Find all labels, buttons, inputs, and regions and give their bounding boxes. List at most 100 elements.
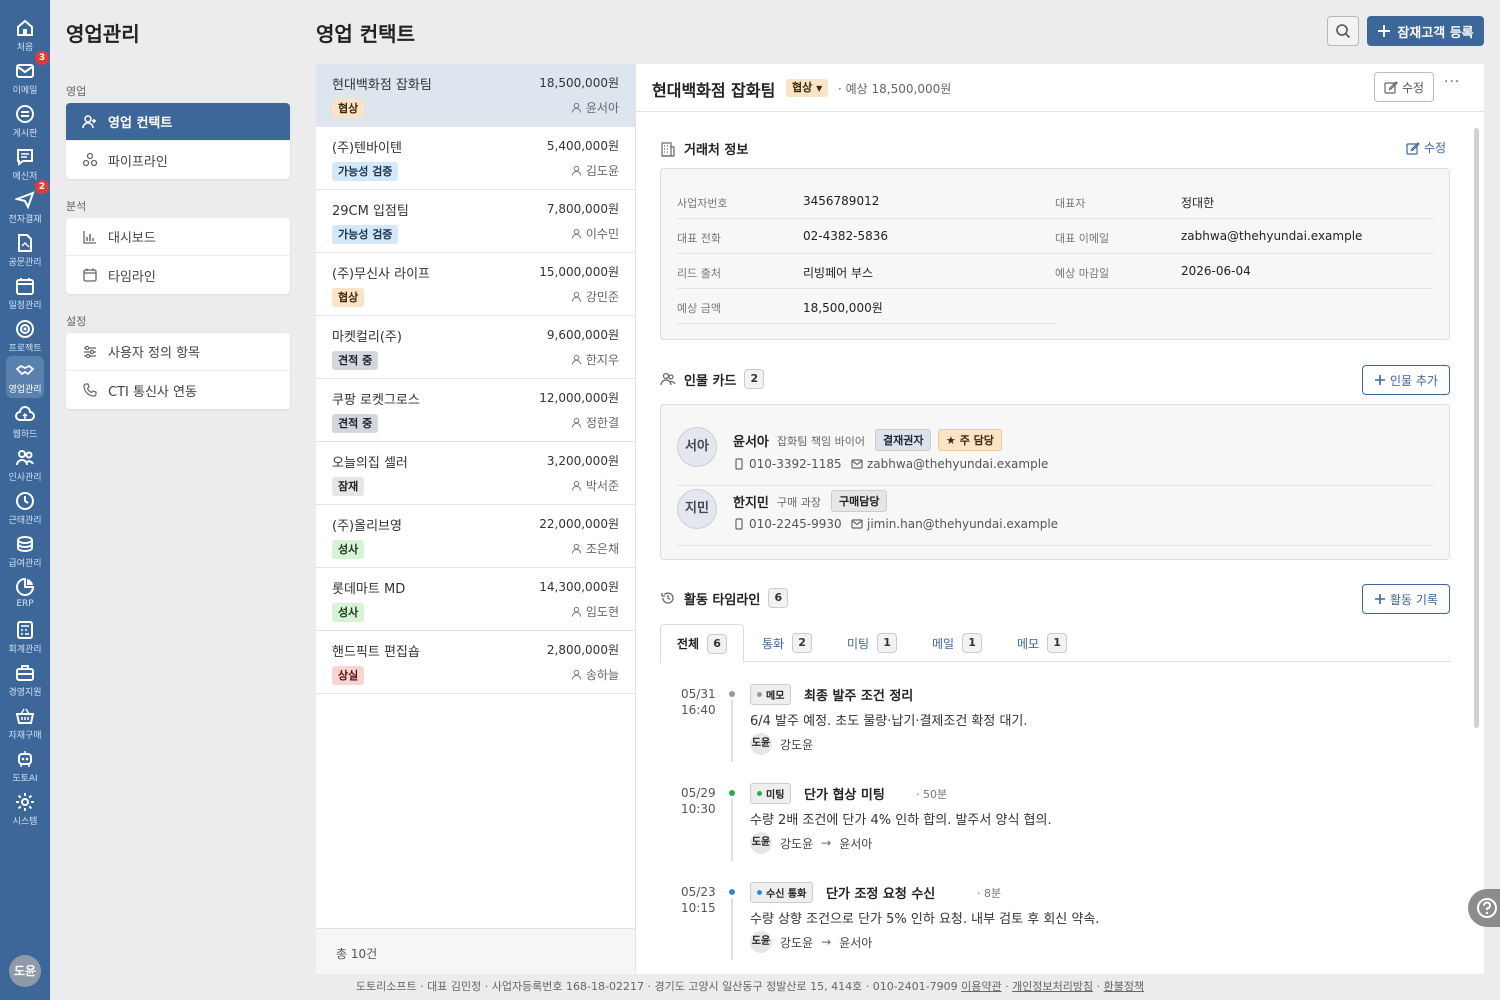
rail-item-purchase[interactable]: 자재구매 [0,702,50,744]
sidebar-card-sales: 영업 컨택트 파이프라인 [66,103,290,179]
rail-item-home[interactable]: 처음 [0,14,50,56]
rail-item-email[interactable]: 3 이메일 [0,51,50,99]
list-item[interactable]: 오늘의집 셀러 3,200,000원 잠재 박서준 [316,442,635,505]
list-item[interactable]: 마켓컬리(주) 9,600,000원 견적 중 한지우 [316,316,635,379]
list-item[interactable]: 롯데마트 MD 14,300,000원 성사 임도현 [316,568,635,631]
rail-item-approval[interactable]: 2 전자결재 [0,180,50,228]
search-button[interactable] [1327,16,1359,46]
rail-item-erp[interactable]: ERP [0,573,50,615]
rail-item-messenger[interactable]: 메신저 [0,143,50,185]
rail-item-payroll[interactable]: 급여관리 [0,530,50,572]
sidebar-item-cti[interactable]: CTI 통신사 연동 [66,371,290,409]
calendar-icon [83,268,97,282]
mail-icon [16,64,34,78]
rail-item-project[interactable]: 프로젝트 [0,315,50,357]
person-icon [571,291,582,302]
sidebar-item-dashboard[interactable]: 대시보드 [66,218,290,256]
scrollbar[interactable] [1474,128,1479,728]
robot-icon [18,751,32,767]
sidebar-item-pipeline[interactable]: 파이프라인 [66,141,290,179]
person-name[interactable]: 한지민 [733,492,769,511]
tab-all[interactable]: 전체 6 [660,624,745,663]
plus-icon [1375,594,1385,604]
tab-mail[interactable]: 메일 1 [916,624,998,662]
handshake-icon [15,364,35,376]
briefcase-icon [16,665,34,681]
document-icon [18,234,32,252]
stage-badge: 성사 [332,603,365,622]
rail-item-calendar[interactable]: 일정관리 [0,272,50,314]
rail-item-hr[interactable]: 인사관리 [0,444,50,486]
mobile-icon [735,518,743,530]
plus-icon [1378,25,1391,37]
tab-call[interactable]: 통화 2 [746,624,828,662]
sidebar-item-custom-fields[interactable]: 사용자 정의 항목 [66,333,290,371]
rail-item-management[interactable]: 경영지원 [0,659,50,701]
register-prospect-button[interactable]: 잠재고객 등록 [1367,16,1484,46]
person-phone: 010-3392-1185 [733,457,842,471]
contact-owner: 임도현 [571,603,619,620]
person-icon [571,354,582,365]
biz-no-value: 3456789012 [803,194,880,208]
phone-icon [83,383,97,397]
event-type-badge: 메모 [750,684,792,705]
company-edit-link[interactable]: 수정 [1406,139,1446,156]
rail-item-board[interactable]: 게시판 [0,100,50,142]
contact-amount: 14,300,000원 [539,580,619,594]
log-activity-button[interactable]: 활동 기록 [1362,584,1450,614]
stage-dropdown[interactable]: 협상 ▼ [786,79,829,97]
event-date: 05/31 16:40 [681,687,716,717]
rail-item-system[interactable]: 시스템 [0,788,50,830]
refund-link[interactable]: 환불정책 [1104,980,1144,993]
person-email[interactable]: zabhwa@thehyundai.example [851,457,1048,471]
list-item[interactable]: (주)올리브영 22,000,000원 성사 조은채 [316,505,635,568]
rail-item-attendance[interactable]: 근태관리 [0,487,50,529]
contact-amount: 12,000,000원 [539,391,619,405]
list-item[interactable]: (주)텐바이텐 5,400,000원 가능성 검증 김도윤 [316,127,635,190]
people-heading: 인물 카드 2 [660,369,765,389]
contact-name: 현대백화점 잡화팀 [332,78,432,93]
edit-icon [1384,81,1398,94]
add-person-button[interactable]: 인물 추가 [1362,365,1450,395]
close-date-value: 2026-06-04 [1181,264,1251,278]
terms-link[interactable]: 이용약관 [961,980,1001,993]
rail-item-accounting[interactable]: 회계관리 [0,616,50,658]
rail-item-sales[interactable]: 영업관리 [6,356,44,398]
tab-memo[interactable]: 메모 1 [1001,624,1083,662]
people-icon [660,372,676,386]
person-name[interactable]: 윤서아 [733,431,769,450]
tab-meeting[interactable]: 미팅 1 [831,624,913,662]
contact-owner: 조은채 [571,540,619,557]
home-icon [17,19,33,36]
stage-badge: 협상 [332,99,365,118]
sidebar-item-timeline[interactable]: 타임라인 [66,256,290,294]
calendar-icon [16,278,34,295]
sidebar-item-sales-contact[interactable]: 영업 컨택트 [66,103,290,141]
help-button[interactable] [1468,889,1500,927]
contact-owner: 정한결 [571,414,619,431]
more-menu-button[interactable]: ··· [1444,74,1460,90]
rail-item-ai[interactable]: 도토AI [0,745,50,787]
rail-item-webhard[interactable]: 웹하드 [0,401,50,443]
edit-button[interactable]: 수정 [1374,72,1434,102]
event-line [731,700,733,762]
contact-owner: 송하늘 [571,666,619,683]
event-line [731,799,733,861]
event-dot [729,691,735,697]
list-item[interactable]: 29CM 입점팀 7,800,000원 가능성 검증 이수민 [316,190,635,253]
primary-contact-badge: ★ 주 담당 [938,429,1002,451]
stage-badge: 협상 [332,288,365,307]
list-item[interactable]: 핸드픽트 편집숍 2,800,000원 상실 송하늘 [316,631,635,694]
event-participants: 도윤 강도윤 [750,733,813,755]
add-user-icon [82,114,96,128]
rail-item-documents[interactable]: 공문관리 [0,229,50,271]
list-item[interactable]: (주)무신사 라이프 15,000,000원 협상 강민준 [316,253,635,316]
person-email[interactable]: jimin.han@thehyundai.example [851,517,1058,531]
event-duration: · 50분 [916,788,948,801]
list-item[interactable]: 현대백화점 잡화팀 18,500,000원 협상 윤서아 [316,64,635,127]
people-count: 2 [744,369,765,389]
timeline-count: 6 [768,588,789,608]
privacy-link[interactable]: 개인정보처리방침 [1012,980,1093,993]
sidebar-card-settings: 사용자 정의 항목 CTI 통신사 연동 [66,333,290,409]
list-item[interactable]: 쿠팡 로켓그로스 12,000,000원 견적 중 정한결 [316,379,635,442]
